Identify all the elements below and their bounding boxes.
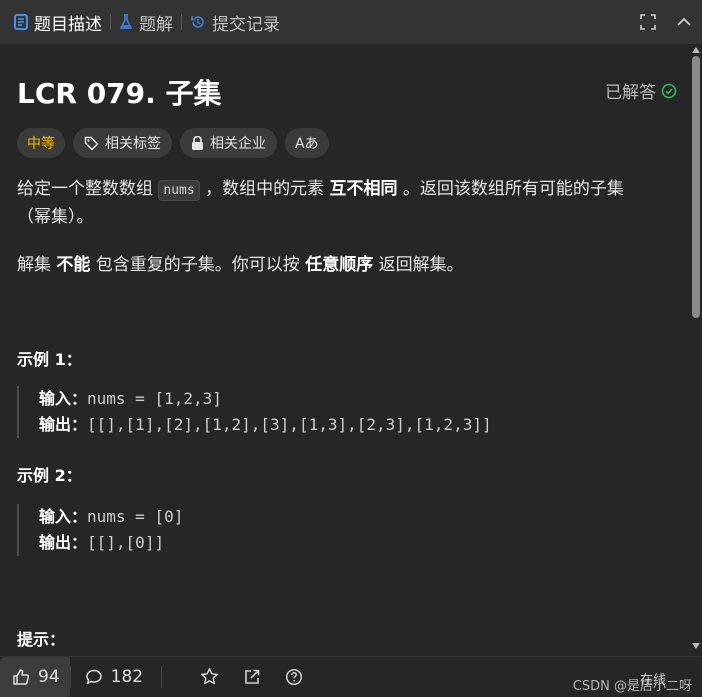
scrollbar-thumb[interactable]	[692, 56, 700, 318]
bold-text: 互不相同	[329, 179, 398, 199]
description-paragraph-2: 解集 不能 包含重复的子集。你可以按 任意顺序 返回解集。	[17, 252, 657, 279]
description-paragraph-1: 给定一个整数数组 nums ，数组中的元素 互不相同 。返回该数组所有可能的子集…	[17, 176, 657, 231]
tab-description[interactable]: 题目描述	[0, 0, 110, 44]
bold-text: 任意顺序	[305, 255, 374, 275]
output-label: 输出：	[39, 415, 88, 434]
fullscreen-button[interactable]	[630, 14, 666, 30]
tab-bar: 题目描述 题解 提交记录	[0, 0, 702, 44]
solved-label: 已解答	[605, 83, 656, 103]
tab-submissions-label: 提交记录	[212, 14, 280, 35]
document-icon	[14, 14, 28, 30]
help-button[interactable]	[285, 668, 303, 686]
difficulty-badge: 中等	[17, 128, 65, 158]
example-1-heading: 示例 1：	[17, 350, 82, 369]
question-circle-icon	[286, 668, 303, 685]
tab-solutions-label: 题解	[139, 14, 173, 35]
translate-button[interactable]: Aあ	[285, 128, 329, 158]
example-2-heading: 示例 2：	[17, 466, 82, 485]
related-tags-button[interactable]: 相关标签	[73, 128, 172, 158]
check-circle-icon	[661, 83, 677, 98]
scrollbar[interactable]	[690, 44, 702, 652]
like-count: 94	[38, 666, 60, 687]
lock-icon	[192, 135, 203, 150]
scroll-up-arrow[interactable]	[692, 47, 700, 53]
csdn-watermark: CSDN @是店小二呀	[572, 679, 692, 694]
comment-icon	[85, 669, 102, 684]
share-button[interactable]	[243, 668, 261, 686]
related-companies-label: 相关企业	[210, 136, 266, 152]
example-output: [[],[0]]	[87, 533, 165, 552]
tab-solutions[interactable]: 题解	[111, 0, 181, 44]
comments-button[interactable]: 182	[85, 667, 143, 687]
tab-bar-actions	[630, 0, 702, 44]
tab-submissions[interactable]: 提交记录	[182, 0, 288, 44]
input-label: 输入：	[39, 507, 88, 526]
text: 返回解集。	[373, 255, 464, 275]
related-tags-label: 相关标签	[105, 136, 161, 152]
external-link-icon	[245, 669, 260, 684]
expand-icon	[640, 14, 656, 30]
flask-icon	[120, 14, 132, 29]
example-input: nums = [0]	[87, 507, 184, 526]
comment-count: 182	[110, 666, 144, 687]
collapse-button[interactable]	[666, 14, 702, 30]
bottom-action-bar: 94 182 在线 CSDN @是店小二呀	[0, 656, 702, 697]
bottom-divider	[161, 665, 163, 688]
text: ，数组中的元素	[199, 179, 330, 199]
history-icon	[191, 16, 204, 28]
tab-description-label: 题目描述	[34, 14, 102, 35]
related-companies-button[interactable]: 相关企业	[180, 128, 277, 158]
translate-icon: Aあ	[295, 136, 319, 152]
text: 包含重复的子集。你可以按	[90, 255, 306, 275]
example-1-block: 输入：nums = [1,2,3] 输出：[[],[1],[2],[1,2],[…	[17, 386, 492, 438]
example-2-block: 输入：nums = [0] 输出：[[],[0]]	[17, 504, 183, 556]
text: 给定一个整数数组	[17, 179, 159, 199]
example-input: nums = [1,2,3]	[87, 389, 222, 408]
solved-status: 已解答	[605, 78, 677, 103]
star-icon	[201, 668, 219, 685]
inline-code-nums: nums	[158, 180, 200, 201]
chevron-up-icon	[677, 17, 691, 26]
input-label: 输入：	[39, 389, 88, 408]
thumbs-up-icon	[13, 668, 30, 685]
favorite-button[interactable]	[200, 667, 219, 686]
output-label: 输出：	[39, 533, 88, 552]
hints-heading: 提示：	[17, 630, 66, 649]
bottom-divider	[69, 665, 71, 688]
like-button[interactable]: 94	[0, 656, 70, 697]
problem-title: LCR 079. 子集	[17, 77, 222, 110]
bold-text: 不能	[56, 255, 91, 275]
tag-row: 中等 相关标签 相关企业 Aあ	[17, 128, 329, 158]
example-output: [[],[1],[2],[1,2],[3],[1,3],[2,3],[1,2,3…	[87, 415, 492, 434]
tag-icon	[84, 136, 99, 150]
scroll-down-arrow[interactable]	[692, 643, 700, 649]
text: 解集	[17, 255, 57, 275]
